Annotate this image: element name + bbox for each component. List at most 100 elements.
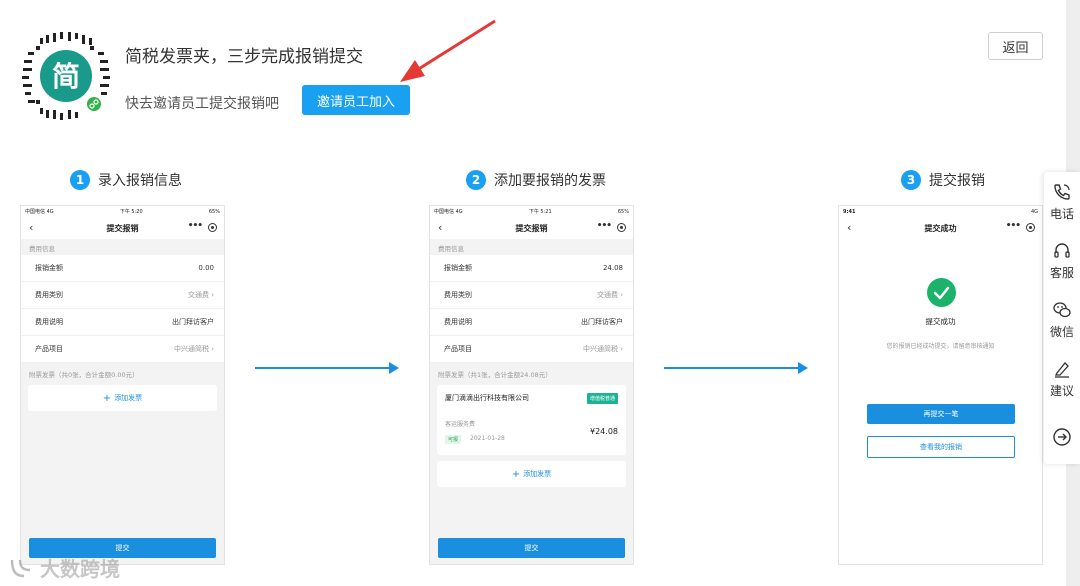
step-number-badge: 1 — [70, 170, 90, 190]
form-row-amount[interactable]: 报销金额 0.00 — [21, 255, 224, 282]
sidebar-item-suggestion[interactable]: 建议 — [1044, 353, 1080, 405]
sidebar-item-label: 微信 — [1049, 325, 1074, 339]
nav-bar: ‹ 提交报销 ••• — [21, 217, 224, 239]
headset-icon — [1054, 243, 1070, 258]
row-value-text: 交通费 — [596, 291, 618, 299]
row-label: 产品项目 — [35, 345, 63, 353]
sidebar-item-collapse[interactable] — [1044, 412, 1080, 464]
svg-text:简: 简 — [52, 60, 80, 93]
invoice-service-type: 客运服务费 — [445, 421, 476, 428]
status-time: 下午 5:20 — [119, 209, 143, 215]
submit-another-button[interactable]: 再提交一笔 — [867, 404, 1015, 424]
form-row-project[interactable]: 产品项目 中兴通简税 › — [21, 336, 224, 363]
invoice-amount: ¥24.08 — [590, 427, 618, 436]
step-number-badge: 2 — [466, 170, 486, 190]
watermark-text: 大数跨境 — [40, 557, 120, 581]
form-row-description[interactable]: 费用说明 出门拜访客户 — [21, 309, 224, 336]
pen-icon — [1054, 362, 1069, 378]
attached-invoices-label: 附票发票（共0张，合计金额0.00元） — [29, 371, 139, 379]
status-bar: 中国电信 4G 下午 5:21 65% — [430, 206, 633, 217]
chevron-left-icon[interactable]: ‹ — [29, 221, 33, 234]
close-target-icon[interactable] — [208, 223, 217, 232]
step-2-header: 2 添加要报销的发票 — [466, 170, 606, 190]
row-value: 中兴通简税 › — [582, 345, 623, 353]
view-my-reimbursements-button[interactable]: 查看我的报销 — [867, 436, 1015, 458]
form-row-project[interactable]: 产品项目 中兴通简税 › — [430, 336, 633, 363]
page-title: 简税发票夹，三步完成报销提交 — [125, 47, 363, 67]
form-row-description[interactable]: 费用说明 出门拜访客户 — [430, 309, 633, 336]
screen-title: 提交成功 — [924, 223, 957, 233]
row-value-text: 中兴通简税 — [582, 345, 618, 353]
section-label: 费用信息 — [438, 245, 464, 253]
section-label: 费用信息 — [29, 245, 55, 253]
invite-prompt: 快去邀请员工提交报销吧 — [125, 96, 279, 112]
row-value: 出门拜访客户 — [172, 318, 214, 326]
invoice-company: 厦门滴滴出行科技有限公司 — [445, 394, 529, 402]
nav-bar: ‹ 提交报销 ••• — [430, 217, 633, 239]
add-invoice-button[interactable]: + 添加发票 — [437, 461, 626, 487]
watermark: 大数跨境 — [8, 553, 120, 582]
attached-invoices-label: 附票发票（共1张，合计金额24.08元） — [438, 371, 552, 379]
row-label: 费用说明 — [35, 318, 63, 326]
success-check-icon — [927, 278, 956, 307]
step-1-header: 1 录入报销信息 — [70, 170, 182, 190]
floating-contact-sidebar: 电话 客服 微信 建议 — [1044, 172, 1080, 464]
flow-arrow-right-icon — [664, 362, 808, 374]
step-label: 录入报销信息 — [98, 173, 182, 189]
invite-employees-button[interactable]: 邀请员工加入 — [302, 85, 410, 115]
row-value: 24.08 — [602, 264, 623, 272]
row-value: 出门拜访客户 — [581, 318, 623, 326]
phone-icon — [1054, 184, 1070, 200]
status-time: 9:41 — [843, 208, 856, 215]
step-label: 提交报销 — [929, 173, 985, 189]
row-value-text: 中兴通简税 — [173, 345, 209, 353]
plus-icon: + — [511, 468, 521, 480]
battery-level: 65% — [208, 208, 220, 215]
screen-title: 提交报销 — [106, 223, 139, 233]
add-invoice-button[interactable]: + 添加发票 — [28, 385, 217, 411]
row-label: 报销金额 — [35, 264, 63, 272]
battery-level: 65% — [617, 208, 629, 215]
form-row-amount[interactable]: 报销金额 24.08 — [430, 255, 633, 282]
submit-button[interactable]: 提交 — [438, 538, 625, 558]
step-number-badge: 3 — [901, 170, 921, 190]
form-row-category[interactable]: 费用类别 交通费 › — [430, 282, 633, 309]
add-invoice-label: 添加发票 — [114, 394, 143, 402]
more-dots-icon[interactable]: ••• — [597, 221, 612, 231]
row-value: 交通费 › — [596, 291, 623, 299]
more-dots-icon[interactable]: ••• — [188, 221, 203, 231]
form-row-category[interactable]: 费用类别 交通费 › — [21, 282, 224, 309]
wechat-icon — [1053, 302, 1071, 318]
invoice-date: 2021-01-28 — [470, 435, 505, 442]
back-button[interactable]: 返回 — [988, 32, 1043, 60]
arrow-right-circle-icon — [1053, 427, 1071, 446]
row-label: 费用类别 — [35, 291, 63, 299]
status-badge: 可报 — [445, 435, 462, 444]
chevron-left-icon[interactable]: ‹ — [438, 221, 442, 234]
sidebar-item-phone[interactable]: 电话 — [1044, 176, 1080, 228]
row-value: 中兴通简税 › — [173, 345, 214, 353]
add-invoice-label: 添加发票 — [523, 470, 552, 478]
sidebar-item-wechat[interactable]: 微信 — [1044, 294, 1080, 346]
sidebar-item-label: 建议 — [1049, 384, 1074, 398]
screen-title: 提交报销 — [515, 223, 548, 233]
carrier-label: 中国电信 4G — [434, 209, 463, 215]
invoice-card[interactable]: 厦门滴滴出行科技有限公司 增值税普通 客运服务费 可报 2021-01-28 ¥… — [437, 385, 626, 455]
phone-screenshot-step-3: 9:41 4G ‹ 提交成功 ••• 提交成功 您的报销已经成功提交，请留意审核… — [838, 205, 1043, 565]
row-label: 费用类别 — [444, 291, 472, 299]
phone-screenshot-step-2: 中国电信 4G 下午 5:21 65% ‹ 提交报销 ••• 费用信息 报销金额… — [429, 205, 634, 565]
sidebar-item-customer-service[interactable]: 客服 — [1044, 235, 1080, 287]
network-status: 4G — [1030, 208, 1038, 215]
row-value: 交通费 › — [187, 291, 214, 299]
plus-icon: + — [102, 392, 112, 404]
close-target-icon[interactable] — [617, 223, 626, 232]
chevron-left-icon[interactable]: ‹ — [847, 221, 851, 234]
row-label: 费用说明 — [444, 318, 472, 326]
close-target-icon[interactable] — [1026, 223, 1035, 232]
sidebar-item-label: 客服 — [1049, 266, 1074, 280]
nav-bar: ‹ 提交成功 ••• — [839, 217, 1042, 239]
row-label: 报销金额 — [444, 264, 472, 272]
status-bar: 中国电信 4G 下午 5:20 65% — [21, 206, 224, 217]
more-dots-icon[interactable]: ••• — [1006, 221, 1021, 231]
flow-arrow-right-icon — [255, 362, 399, 374]
